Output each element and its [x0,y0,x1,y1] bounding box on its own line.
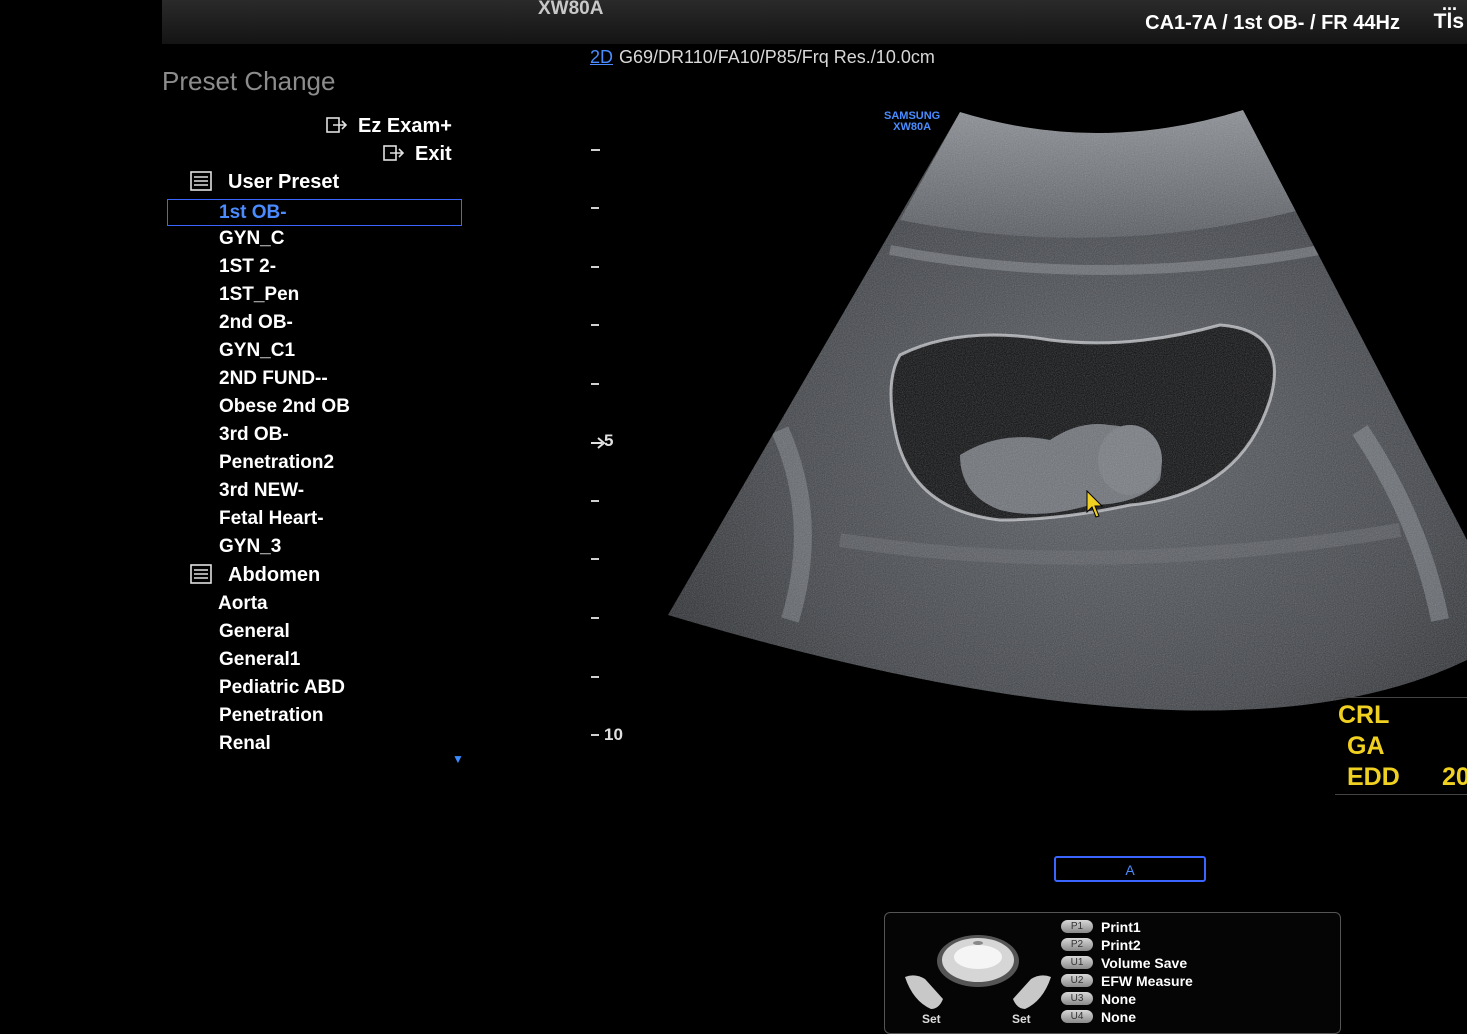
ga-label: GA [1347,732,1385,760]
key-label: None [1101,990,1136,1007]
depth-tick [591,149,600,151]
key-label: None [1101,1008,1136,1025]
key-badge: P2 [1061,938,1093,952]
preset-item[interactable]: 2nd OB- [219,310,293,336]
group-label: User Preset [228,171,340,193]
preset-item[interactable]: 3rd NEW- [219,478,304,504]
mouse-cursor-icon [1086,490,1104,518]
tools-button[interactable]: Tls [1434,10,1464,34]
function-key-u3[interactable]: U3 None [1061,990,1136,1008]
preset-item[interactable]: 2ND FUND-- [219,366,328,392]
preset-item[interactable]: Renal [219,731,271,757]
preset-item[interactable]: 1ST 2- [219,254,276,280]
depth-tick [591,383,599,385]
preset-item[interactable]: Aorta [218,591,268,617]
trackball-icon[interactable] [935,933,1021,989]
depth-label-10: 10 [604,725,623,744]
preset-item-selected[interactable]: 1st OB- [167,199,462,226]
preset-item[interactable]: 1ST_Pen [219,282,299,308]
function-key-p2[interactable]: P2 Print2 [1061,936,1141,954]
brand-logo: SAMSUNG XW80A [884,111,940,133]
body-marker-button[interactable]: A [1054,856,1206,882]
probe-preset-framerate: CA1-7A / 1st OB- / FR 44Hz [1145,12,1400,34]
set-left-label: Set [922,1012,941,1026]
preset-item[interactable]: GYN_C [219,226,284,252]
mode-2d-indicator[interactable]: 2D [590,47,613,67]
ez-exam-button[interactable]: Ez Exam+ [326,115,452,138]
depth-tick [591,676,599,678]
depth-tick [591,324,599,326]
key-badge: U1 [1061,956,1093,970]
exit-arrow-icon [383,145,405,161]
key-badge: U3 [1061,992,1093,1006]
preset-item[interactable]: Penetration [219,703,324,729]
key-label: Print2 [1101,936,1141,953]
preset-item[interactable]: GYN_C1 [219,338,295,364]
crl-label: CRL [1338,701,1390,729]
depth-tick [591,500,599,502]
function-key-p1[interactable]: P1 Print1 [1061,918,1141,936]
preset-item-label: 1st OB- [219,202,287,223]
group-label: Abdomen [228,564,321,586]
preset-item[interactable]: 3rd OB- [219,422,289,448]
depth-tick [591,207,599,209]
key-badge: U4 [1061,1010,1093,1024]
panel-title: Preset Change [162,66,336,96]
system-model-label: XW80A [538,0,604,19]
preset-group-user-preset[interactable]: User Preset [190,171,339,194]
function-key-u4[interactable]: U4 None [1061,1008,1136,1026]
scroll-down-icon[interactable]: ▼ [452,752,464,766]
depth-tick [591,734,599,736]
ez-exam-label: Ez Exam+ [358,115,452,137]
exit-button[interactable]: Exit [383,143,452,166]
exit-label: Exit [415,143,452,165]
depth-label-5: 5 [604,431,614,450]
document-list-icon [190,171,212,191]
preset-item[interactable]: General [219,619,290,645]
imaging-params-text: G69/DR110/FA10/P85/Frq Res./10.0cm [619,47,935,67]
key-badge: P1 [1061,920,1093,934]
set-right-label: Set [1012,1012,1031,1026]
exit-arrow-icon [326,117,348,133]
brand-line2: XW80A [893,121,932,133]
preset-item[interactable]: Penetration2 [219,450,334,476]
set-left-button[interactable] [903,971,945,1011]
preset-item[interactable]: GYN_3 [219,534,281,560]
preset-item[interactable]: Pediatric ABD [219,675,345,701]
document-list-icon [190,564,212,584]
preset-item[interactable]: General1 [219,647,300,673]
depth-tick [591,617,599,619]
key-badge: U2 [1061,974,1093,988]
function-key-u1[interactable]: U1 Volume Save [1061,954,1187,972]
key-label: Print1 [1101,918,1141,935]
edd-value: 20 [1442,763,1467,791]
function-key-u2[interactable]: U2 EFW Measure [1061,972,1193,990]
key-label: Volume Save [1101,954,1188,971]
depth-tick [591,266,599,268]
preset-group-abdomen[interactable]: Abdomen [190,564,320,587]
imaging-parameters: 2D G69/DR110/FA10/P85/Frq Res./10.0cm [590,47,935,68]
preset-item[interactable]: Fetal Heart- [219,506,324,532]
key-label: EFW Measure [1101,972,1193,989]
preset-item[interactable]: Obese 2nd OB [219,394,350,420]
control-panel: Set Set P1 Print1 P2 Print2 U1 Volume Save … [884,912,1341,1034]
ultrasound-image[interactable] [660,100,1467,740]
depth-tick [591,558,599,560]
edd-label: EDD [1347,763,1400,791]
set-right-button[interactable] [1011,971,1053,1011]
